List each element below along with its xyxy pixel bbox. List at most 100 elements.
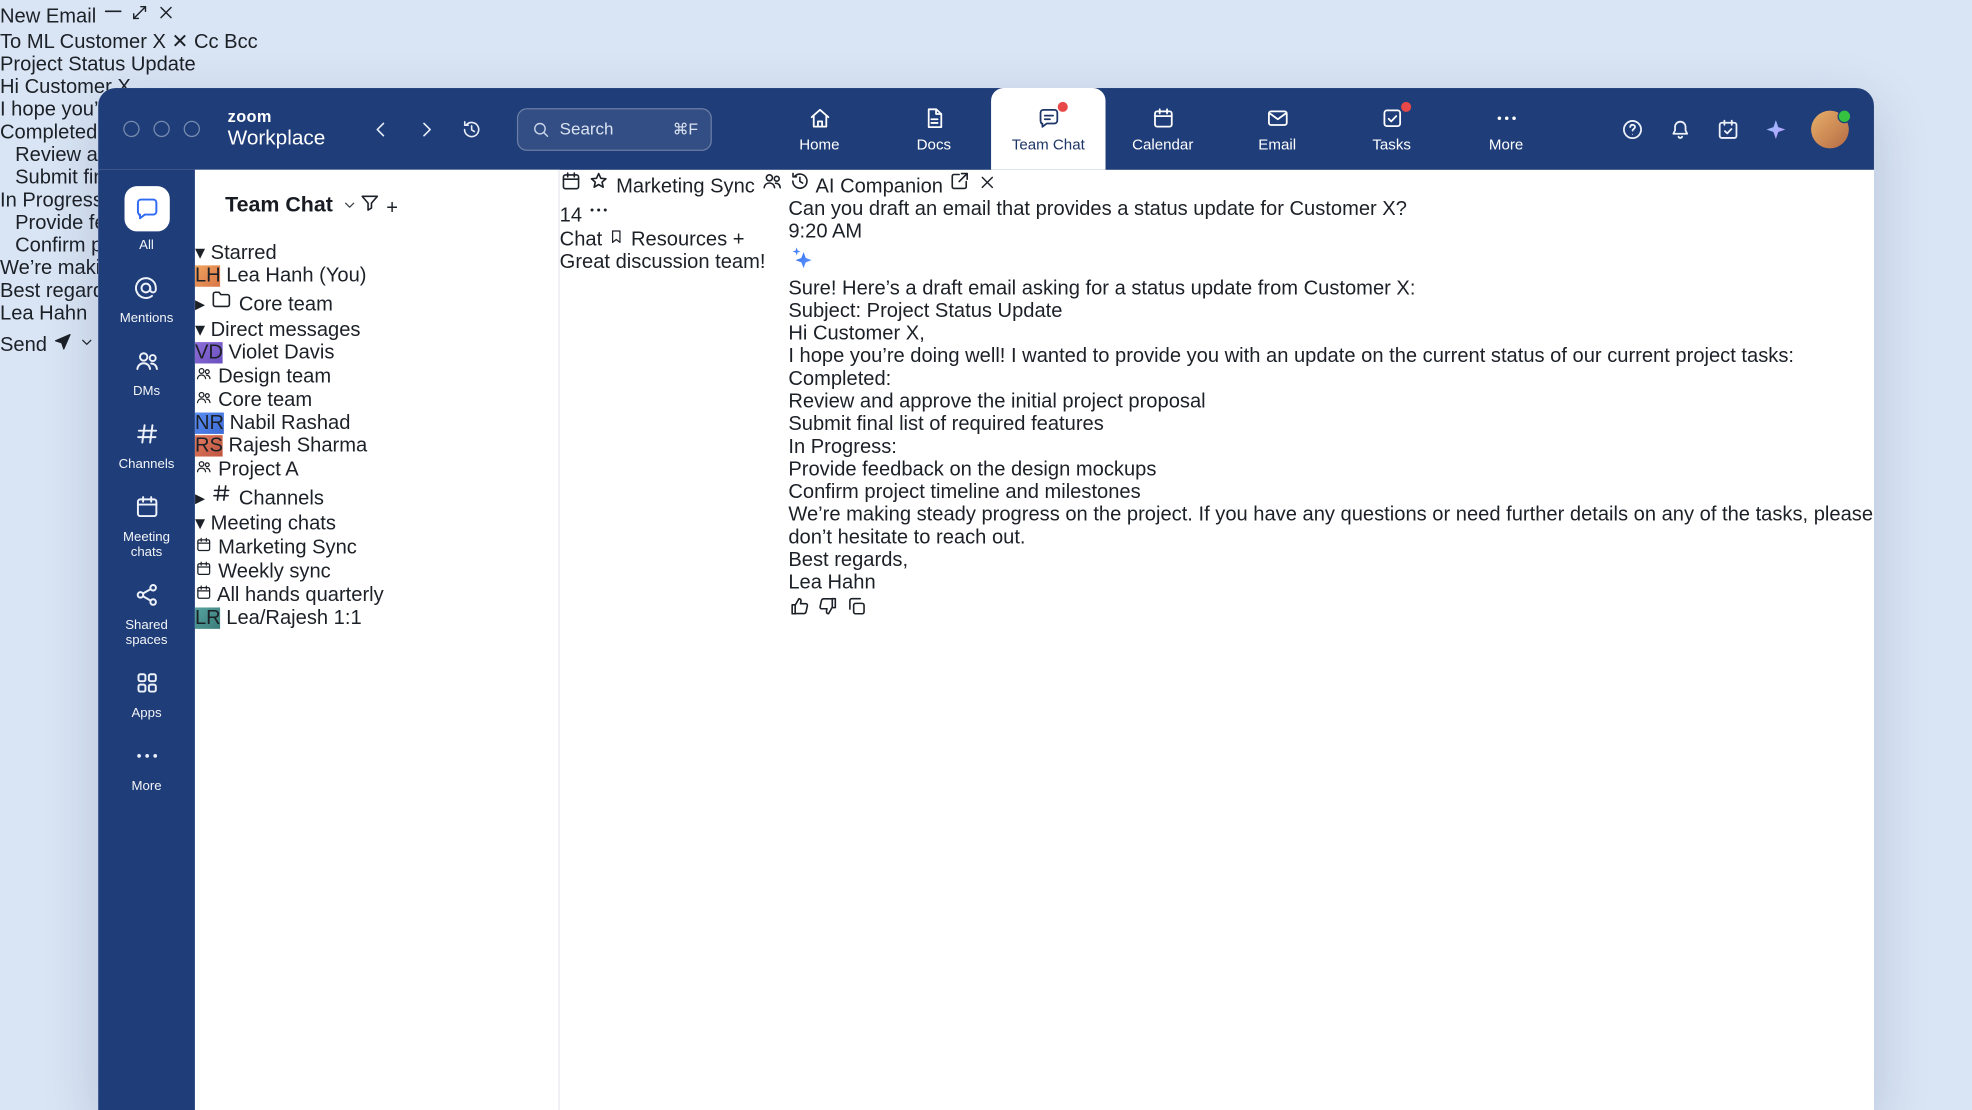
section-meeting-chats[interactable]: ▾ Meeting chats (195, 511, 558, 536)
remove-recipient-icon[interactable]: ✕ (172, 31, 189, 52)
members-icon (760, 170, 783, 193)
help-icon[interactable] (1620, 116, 1645, 141)
email-modal-title: New Email (0, 6, 96, 27)
section-core-team-folder[interactable]: ▸ Core team (195, 288, 558, 317)
back-button[interactable] (363, 111, 398, 146)
ai-panel-header: AI Companion (788, 170, 1874, 199)
ai-sparkle-icon (788, 255, 816, 276)
rail-item-mentions[interactable]: Mentions (120, 272, 174, 326)
chevron-down-icon[interactable] (340, 196, 358, 214)
thumbs-down-icon[interactable] (817, 595, 840, 618)
rail-item-apps[interactable]: Apps (130, 667, 163, 721)
history-button[interactable] (454, 111, 489, 146)
send-button[interactable]: Send (0, 335, 78, 356)
bcc-button[interactable]: Bcc (224, 31, 258, 52)
section-starred[interactable]: ▾ Starred (195, 240, 558, 265)
cc-button[interactable]: Cc (194, 31, 219, 52)
topbar: zoom Workplace ⌘F Home Docs (98, 88, 1874, 170)
logo-zoom-text: zoom (228, 108, 336, 124)
chat-list-header: Team Chat + (195, 170, 558, 240)
close-window-button[interactable] (123, 121, 139, 137)
nav-docs[interactable]: Docs (877, 88, 991, 170)
close-icon[interactable] (156, 3, 176, 23)
recipient-chip[interactable]: ML Customer X ✕ (27, 31, 194, 52)
tab-resources[interactable]: Resources (608, 229, 733, 250)
thumbs-up-icon[interactable] (788, 595, 811, 618)
caret-right-icon[interactable]: ▸ (195, 488, 205, 509)
send-plane-icon (53, 331, 73, 351)
rail-item-meeting-chats[interactable]: Meeting chats (108, 491, 186, 560)
nav-tasks[interactable]: Tasks (1334, 88, 1448, 170)
ai-conversation: Can you draft an email that provides a s… (788, 199, 1874, 624)
rail-item-shared-spaces[interactable]: Shared spaces (108, 579, 186, 648)
list-item-all-hands[interactable]: All hands quarterly (195, 584, 558, 608)
rail-item-more[interactable]: More (130, 740, 163, 794)
forward-button[interactable] (409, 111, 444, 146)
notifications-icon[interactable] (1668, 116, 1693, 141)
avatar: LR (195, 607, 221, 628)
calendar-icon (1150, 105, 1175, 130)
tab-chat[interactable]: Chat (560, 229, 603, 250)
section-direct-messages[interactable]: ▾ Direct messages (195, 317, 558, 342)
list-item-design-team[interactable]: Design team (195, 365, 558, 389)
ai-history-icon[interactable] (788, 170, 811, 193)
caret-down-icon[interactable]: ▾ (195, 243, 205, 264)
expand-icon[interactable] (130, 3, 150, 23)
subject-field[interactable]: Project Status Update (0, 54, 196, 75)
filter-icon[interactable] (358, 191, 381, 214)
search-box[interactable]: ⌘F (517, 108, 712, 151)
list-item-weekly-sync[interactable]: Weekly sync (195, 560, 558, 584)
ai-response-body: Sure! Here’s a draft email asking for a … (788, 278, 1874, 595)
nav-home[interactable]: Home (762, 88, 876, 170)
nav-email[interactable]: Email (1220, 88, 1334, 170)
user-prompt-bubble: Can you draft an email that provides a s… (788, 199, 1874, 222)
rail-item-all[interactable]: All (124, 186, 169, 253)
search-input[interactable] (560, 119, 664, 138)
dms-icon (130, 345, 163, 378)
rail-item-channels[interactable]: Channels (119, 418, 175, 472)
nav-calendar[interactable]: Calendar (1106, 88, 1220, 170)
caret-right-icon[interactable]: ▸ (195, 294, 205, 315)
nav-more[interactable]: More (1449, 88, 1563, 170)
caret-down-icon[interactable]: ▾ (195, 319, 205, 340)
recipient-name: Customer X (60, 31, 166, 52)
list-item-nabil-rashad[interactable]: NR Nabil Rashad (195, 413, 558, 436)
new-chat-button[interactable]: + (386, 197, 398, 218)
ai-companion-icon[interactable] (1763, 116, 1788, 141)
channel-more-icon[interactable] (588, 199, 611, 222)
topbar-actions (1620, 110, 1849, 148)
window-controls (123, 121, 200, 137)
nav-team-chat[interactable]: Team Chat (991, 88, 1105, 170)
channel-view: Marketing Sync 14 Chat Resources (560, 170, 789, 1110)
rail-item-dms[interactable]: DMs (130, 345, 163, 399)
list-item-marketing-sync[interactable]: Marketing Sync (195, 536, 558, 560)
recipient-row: To ML Customer X ✕ Cc Bcc (0, 29, 1972, 54)
caret-down-icon[interactable]: ▾ (195, 513, 205, 534)
list-item-project-a[interactable]: Project A (195, 458, 558, 482)
list-item-lea-hanh[interactable]: LH Lea Hanh (You) (195, 265, 558, 288)
send-options-button[interactable] (78, 335, 96, 356)
message-bubble[interactable]: Great discussion team! (560, 252, 766, 273)
profile-avatar[interactable] (1811, 110, 1849, 148)
hash-icon (211, 488, 234, 509)
minimize-window-button[interactable] (153, 121, 169, 137)
tab-add-button[interactable]: + (733, 229, 745, 250)
group-avatar-icon (195, 390, 213, 411)
rail-more-icon (130, 740, 163, 773)
fullscreen-window-button[interactable] (184, 121, 200, 137)
open-external-icon[interactable] (949, 170, 972, 193)
section-channels[interactable]: ▸ Channels (195, 482, 558, 511)
minimize-icon[interactable] (102, 0, 125, 23)
avatar: RS (195, 435, 223, 456)
list-item-core-team[interactable]: Core team (195, 389, 558, 413)
calendar-check-icon[interactable] (1716, 116, 1741, 141)
star-icon[interactable] (588, 170, 611, 193)
close-panel-icon[interactable] (977, 172, 997, 192)
subject-row[interactable]: Project Status Update (0, 54, 1972, 77)
chat-list-title[interactable]: Team Chat (225, 192, 333, 217)
list-item-violet-davis[interactable]: VD Violet Davis (195, 342, 558, 365)
group-avatar-icon (195, 459, 213, 480)
list-item-rajesh-sharma[interactable]: RS Rajesh Sharma (195, 435, 558, 458)
copy-icon[interactable] (845, 595, 868, 618)
list-item-lea-rajesh[interactable]: LR Lea/Rajesh 1:1 (195, 607, 558, 630)
